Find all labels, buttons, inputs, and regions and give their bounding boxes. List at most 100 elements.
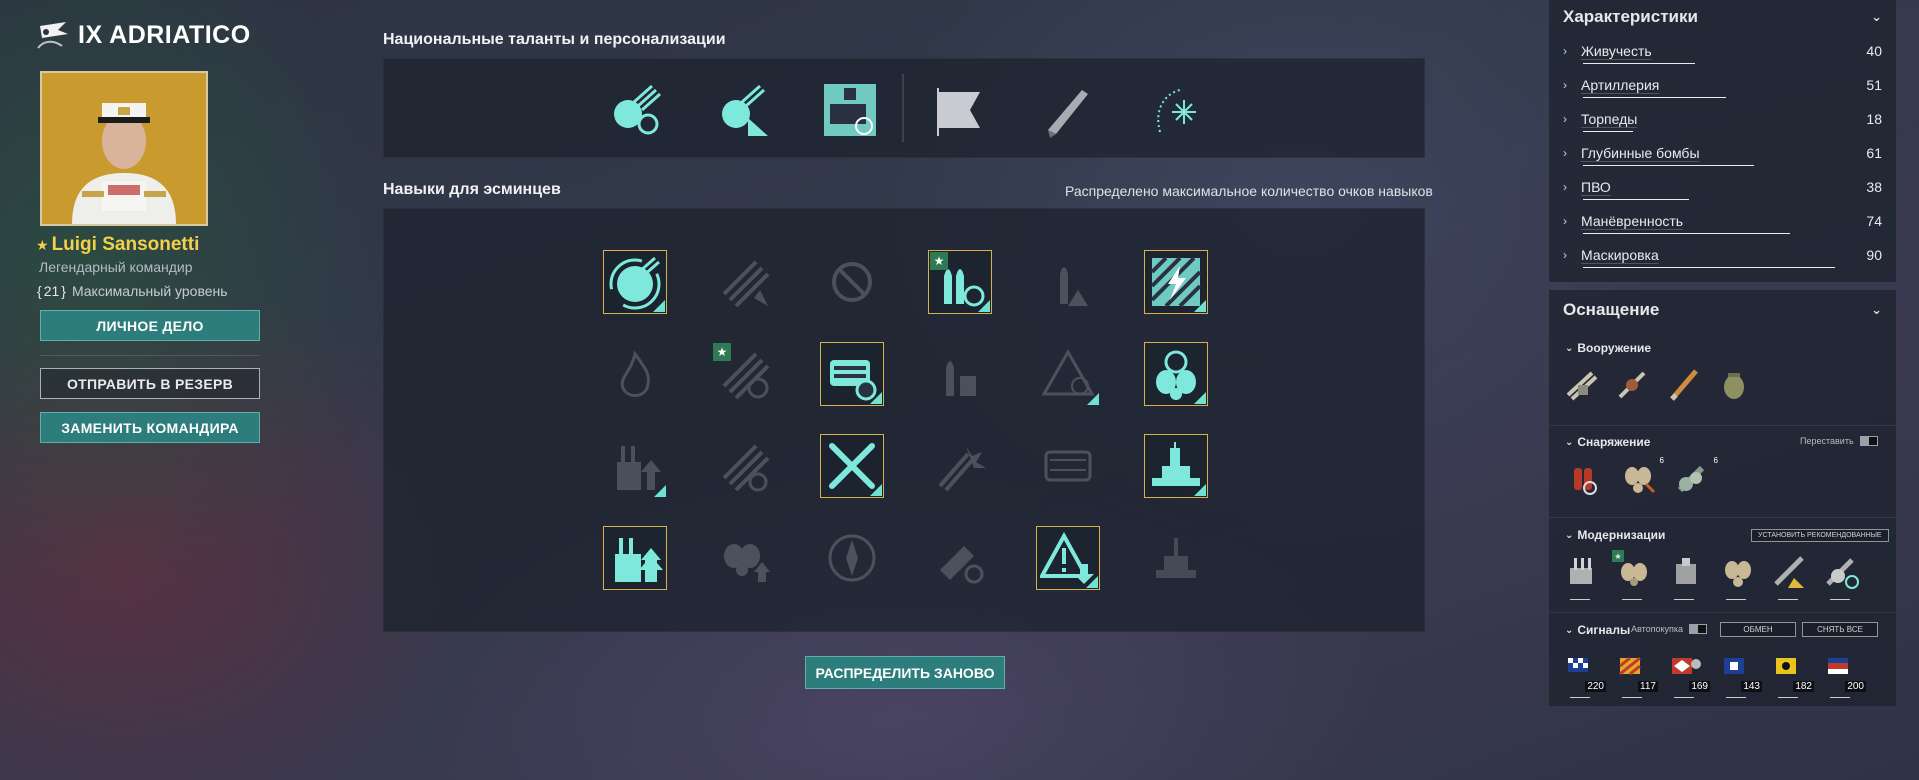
- smoke-generator-slot[interactable]: 6: [1672, 456, 1718, 498]
- swap-toggle[interactable]: Переставить: [1800, 436, 1878, 446]
- shell-reload-skill-icon[interactable]: ★: [928, 250, 992, 314]
- alert-target-skill-icon[interactable]: [1036, 342, 1100, 406]
- swap-label: Переставить: [1800, 436, 1854, 446]
- stat-value: 40: [1866, 43, 1882, 59]
- damage-control-slot[interactable]: [1564, 458, 1604, 498]
- upgrade-slot-3[interactable]: [1666, 552, 1706, 600]
- battleship-skill-icon[interactable]: [1144, 434, 1208, 498]
- signal-slot-5[interactable]: 182: [1770, 650, 1814, 698]
- equipment-header[interactable]: Оснащение ⌄: [1549, 290, 1896, 330]
- tubes-skill-icon[interactable]: [1036, 434, 1100, 498]
- replace-commander-button[interactable]: ЗАМЕНИТЬ КОМАНДИРА: [40, 412, 260, 443]
- depth-charge-slot[interactable]: [1714, 365, 1754, 405]
- slot-underline: [1570, 697, 1590, 698]
- stat-bar: [1583, 131, 1634, 132]
- signal-slot-4[interactable]: 143: [1718, 650, 1762, 698]
- torpedo-tubes-talent-icon[interactable]: [818, 78, 882, 142]
- autobuy-toggle-switch[interactable]: [1689, 624, 1708, 634]
- compass-skill-icon[interactable]: [820, 526, 884, 590]
- main-gun-slot[interactable]: [1562, 365, 1602, 405]
- sparkle-icon[interactable]: [1144, 78, 1208, 142]
- aa-burst-skill-icon[interactable]: [928, 434, 992, 498]
- knife-icon[interactable]: [1036, 78, 1100, 142]
- ship-silhouette-skill-icon[interactable]: [1144, 526, 1208, 590]
- redistribute-button[interactable]: РАСПРЕДЕЛИТЬ ЗАНОВО: [805, 656, 1005, 689]
- slot-underline: [1622, 599, 1642, 600]
- concealment-upgrade-icon: [1774, 556, 1804, 588]
- warning-down-skill-icon[interactable]: [1036, 526, 1100, 590]
- autobuy-toggle[interactable]: Автопокупка: [1631, 624, 1708, 634]
- exchange-button[interactable]: ОБМЕН: [1720, 622, 1796, 637]
- fast-loader-talent-icon[interactable]: [604, 78, 668, 142]
- torpedo-speed-skill-icon[interactable]: ★: [712, 342, 776, 406]
- stat-row[interactable]: › Манёвренность 74: [1549, 204, 1896, 238]
- stat-row[interactable]: › Живучесть 40: [1549, 34, 1896, 68]
- signal-slot-6[interactable]: 200: [1822, 650, 1866, 698]
- fire-skill-icon[interactable]: [603, 342, 667, 406]
- lightning-skill-icon[interactable]: [1144, 250, 1208, 314]
- commander-rank: Легендарный командир: [39, 259, 193, 275]
- stat-value: 90: [1866, 247, 1882, 263]
- divider: [40, 355, 260, 356]
- shell-timer-skill-icon[interactable]: [928, 526, 992, 590]
- stat-row[interactable]: › Глубинные бомбы 61: [1549, 136, 1896, 170]
- torpedo-range-skill-icon[interactable]: [712, 250, 776, 314]
- signals-header[interactable]: ⌄ Сигналы: [1555, 619, 1640, 641]
- slot-underline: [1778, 697, 1798, 698]
- stat-row[interactable]: › Торпеды 18: [1549, 102, 1896, 136]
- engine-boost-slot[interactable]: 6: [1618, 456, 1664, 498]
- stat-row[interactable]: › ПВО 38: [1549, 170, 1896, 204]
- reload-gun-skill-icon[interactable]: [603, 250, 667, 314]
- stat-row[interactable]: › Артиллерия 51: [1549, 68, 1896, 102]
- consumable-count: 6: [1659, 456, 1664, 465]
- consumables-header[interactable]: ⌄ Снаряжение: [1555, 431, 1660, 453]
- ship-title: IX ADRIATICO: [34, 18, 251, 52]
- characteristics-title: Характеристики: [1563, 7, 1698, 26]
- skill-corner-marker: [870, 484, 882, 496]
- skill-corner-marker: [1087, 393, 1099, 405]
- upgrades-header[interactable]: ⌄ Модернизации: [1555, 524, 1675, 546]
- torpedo-tube-skill-icon[interactable]: [820, 342, 884, 406]
- shell-stack-skill-icon[interactable]: [928, 342, 992, 406]
- turret-boost-skill-icon[interactable]: [603, 526, 667, 590]
- torpedo-reload-skill-icon[interactable]: [712, 434, 776, 498]
- upgrade-slot-5[interactable]: [1770, 552, 1810, 600]
- flag-icon[interactable]: [928, 78, 992, 142]
- propeller-up-skill-icon[interactable]: [712, 526, 776, 590]
- engine-upgrade-icon: [1725, 561, 1751, 587]
- divider: [1549, 612, 1896, 613]
- install-recommended-button[interactable]: УСТАНОВИТЬ РЕКОМЕНДОВАННЫЕ: [1751, 529, 1889, 542]
- chevron-right-icon: ›: [1563, 44, 1567, 58]
- crossed-torpedoes-skill-icon[interactable]: [820, 434, 884, 498]
- upgrade-slot-2[interactable]: ★: [1612, 550, 1654, 600]
- personal-file-button[interactable]: ЛИЧНОЕ ДЕЛО: [40, 310, 260, 341]
- torpedo-slot[interactable]: [1664, 365, 1704, 405]
- commander-portrait[interactable]: [40, 71, 208, 226]
- smoke-guns-talent-icon[interactable]: [712, 78, 776, 142]
- ship-name: IX ADRIATICO: [78, 20, 251, 49]
- upgrade-slot-6[interactable]: [1822, 552, 1862, 600]
- divider: [1549, 425, 1896, 426]
- level-value: 21: [43, 283, 60, 299]
- autobuy-label: Автопокупка: [1631, 624, 1684, 634]
- turret-up-skill-icon[interactable]: [603, 434, 667, 498]
- commander-avatar: [42, 73, 206, 224]
- upgrade-slot-1[interactable]: [1562, 552, 1602, 600]
- characteristics-header[interactable]: Характеристики ⌄: [1549, 0, 1896, 34]
- armament-header[interactable]: ⌄ Вооружение: [1555, 337, 1661, 359]
- remove-all-signals-button[interactable]: СНЯТЬ ВСЕ: [1802, 622, 1878, 637]
- shell-alert-skill-icon[interactable]: [1036, 250, 1100, 314]
- stat-row[interactable]: › Маскировка 90: [1549, 238, 1896, 272]
- signal-slot-3[interactable]: 169: [1666, 650, 1710, 698]
- prohibit-skill-icon[interactable]: [820, 250, 884, 314]
- send-to-reserve-button[interactable]: ОТПРАВИТЬ В РЕЗЕРВ: [40, 368, 260, 399]
- signal-count: 143: [1741, 681, 1762, 692]
- stat-value: 74: [1866, 213, 1882, 229]
- level-badge: { 21 }: [37, 283, 66, 299]
- signal-slot-1[interactable]: 220: [1562, 650, 1606, 698]
- swap-toggle-switch[interactable]: [1859, 436, 1878, 446]
- propeller-wheel-skill-icon[interactable]: [1144, 342, 1208, 406]
- signal-slot-2[interactable]: 117: [1614, 650, 1658, 698]
- upgrade-slot-4[interactable]: [1718, 552, 1758, 600]
- secondary-gun-slot[interactable]: [1612, 365, 1652, 405]
